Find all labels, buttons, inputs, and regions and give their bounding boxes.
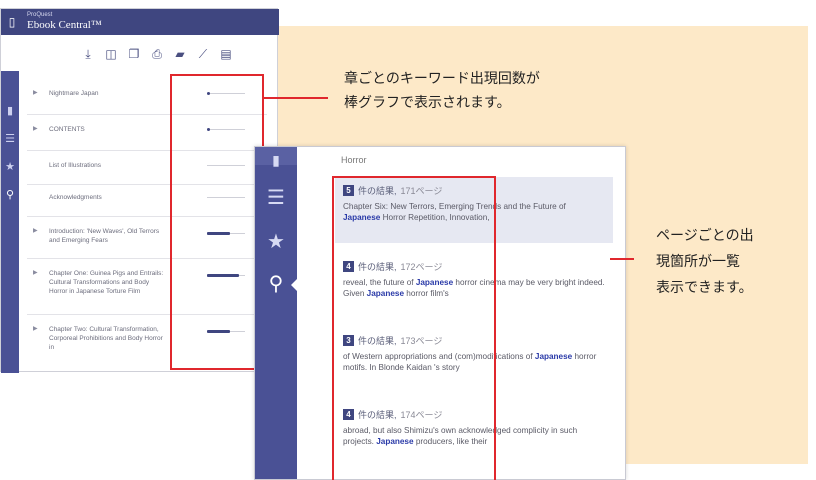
search-icon[interactable]: ⚲ (4, 189, 16, 201)
expand-arrow-icon[interactable]: ▶ (33, 89, 38, 96)
callout-page-list: ページごとの出 現箇所が一覧 表示できます。 (656, 222, 754, 300)
bookmark-icon[interactable]: ▰ (173, 47, 187, 61)
expand-arrow-icon[interactable]: ▶ (33, 269, 38, 276)
search-term-heading: Horror (341, 155, 367, 165)
app-title-bar: ▯ ProQuest Ebook Central™ (1, 9, 279, 35)
link-icon[interactable]: ⟋ (196, 47, 210, 61)
reader-sidebar: ▮ ☰ ★ ⚲ (255, 147, 297, 479)
brand-name: Ebook Central™ (27, 19, 102, 31)
screenshot-stage: ▯ ProQuest Ebook Central™ ⤓ ◫ ❐ ⎙ ▰ ⟋ ▤ … (0, 0, 816, 480)
results-highlight-box (332, 176, 496, 480)
bar-graph-highlight-box (170, 74, 264, 370)
chapter-title: CONTENTS (49, 126, 85, 133)
list-icon[interactable]: ☰ (265, 187, 287, 209)
contents-icon[interactable]: ▮ (4, 105, 16, 117)
expand-arrow-icon[interactable]: ▶ (33, 125, 38, 132)
chapter-title: Chapter One: Guinea Pigs and Entrails: C… (49, 270, 164, 295)
book-logo-icon: ▯ (8, 15, 16, 29)
chapter-title: Chapter Two: Cultural Transformation, Co… (49, 326, 163, 351)
reader-sidebar: ▮ ☰ ★ ⚲ (1, 71, 19, 373)
contents-icon[interactable]: ▮ (265, 149, 287, 171)
brand-vendor: ProQuest (27, 12, 53, 18)
expand-arrow-icon[interactable]: ▶ (33, 227, 38, 234)
book-icon[interactable]: ◫ (104, 47, 118, 61)
download-icon[interactable]: ⤓ (81, 47, 95, 61)
keyword-highlight: Japanese (534, 352, 573, 361)
print-icon[interactable]: ⎙ (150, 47, 164, 61)
chapter-title: Nightmare Japan (49, 90, 99, 97)
callout-line: ページごとの出 (656, 227, 754, 243)
chapter-title: Acknowledgments (49, 194, 102, 201)
search-icon[interactable]: ⚲ (265, 273, 287, 295)
expand-arrow-icon[interactable]: ▶ (33, 325, 38, 332)
star-icon[interactable]: ★ (265, 231, 287, 253)
callout-line: 章ごとのキーワード出現回数が (344, 70, 540, 86)
active-tab-caret-icon (291, 279, 297, 291)
star-icon[interactable]: ★ (4, 161, 16, 173)
reader-toolbar: ⤓ ◫ ❐ ⎙ ▰ ⟋ ▤ (81, 47, 233, 63)
list-icon[interactable]: ☰ (4, 133, 16, 145)
note-icon[interactable]: ▤ (219, 47, 233, 61)
callout-line: 棒グラフで表示されます。 (344, 94, 511, 110)
callout-line: 表示できます。 (656, 279, 753, 295)
callout-line: 現箇所が一覧 (656, 253, 740, 269)
chapter-title: Introduction: 'New Waves', Old Terrors a… (49, 228, 160, 244)
copy-icon[interactable]: ❐ (127, 47, 141, 61)
callout-bar-graph: 章ごとのキーワード出現回数が 棒グラフで表示されます。 (344, 66, 540, 114)
bar-graph-connector-line (264, 97, 328, 99)
chapter-title: List of Illustrations (49, 162, 102, 169)
results-connector-line (610, 258, 634, 260)
